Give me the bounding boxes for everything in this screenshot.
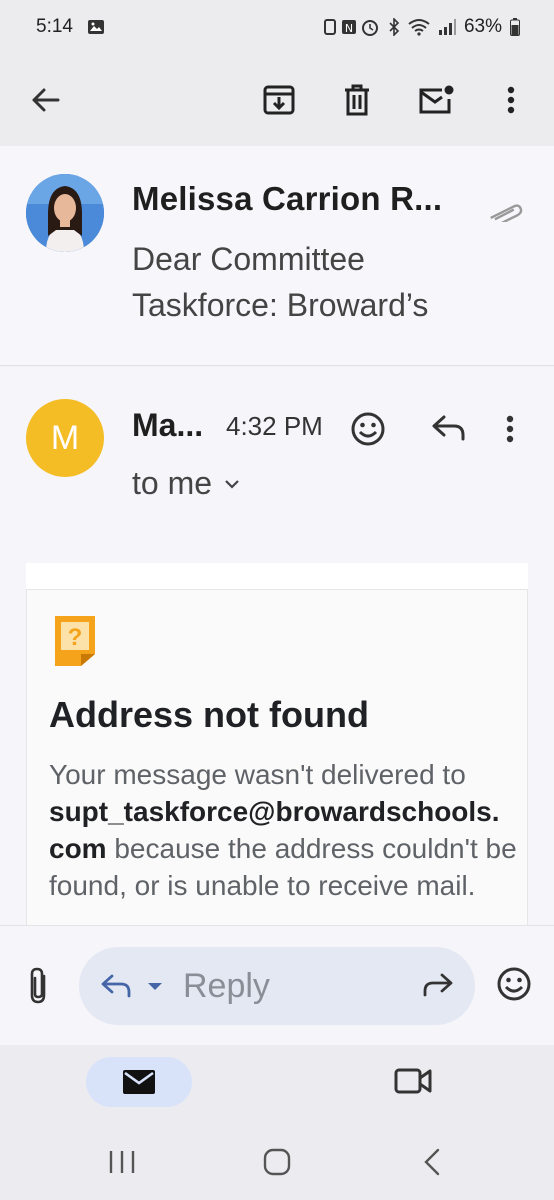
attachment-icon (484, 202, 524, 227)
thread-snippet: Dear Committee Taskforce: Broward’s (132, 236, 532, 328)
arrow-back-icon (32, 88, 60, 112)
snippet-line-1: Dear Committee (132, 241, 365, 277)
quick-reply-bar: Reply (0, 925, 554, 1045)
system-back-button[interactable] (420, 1147, 444, 1182)
add-reaction-button[interactable] (350, 411, 386, 452)
svg-text:N: N (345, 22, 353, 35)
more-vert-icon (506, 415, 514, 443)
forward-button[interactable] (421, 973, 453, 1002)
reply-button[interactable] (432, 415, 466, 446)
recipient-label: to me (132, 465, 213, 501)
back-chevron-icon (424, 1148, 440, 1176)
reply-input[interactable]: Reply (79, 947, 475, 1025)
snippet-line-2: Taskforce: Broward’s (132, 287, 429, 323)
forward-icon (423, 973, 453, 997)
mark-unread-button[interactable] (408, 72, 464, 128)
message-body-top (26, 563, 528, 589)
system-navigation-bar (0, 1125, 554, 1200)
emoji-icon (351, 412, 385, 446)
status-bar: 5:14 N 63% (0, 0, 554, 54)
battery-icon (510, 18, 520, 36)
bluetooth-icon (388, 18, 400, 36)
gallery-notification-icon (87, 19, 105, 35)
home-icon (263, 1148, 291, 1176)
message-time: 4:32 PM (226, 411, 323, 441)
bounced-address-line-2: com (49, 833, 107, 864)
trash-icon (345, 84, 369, 116)
archive-button[interactable] (251, 72, 307, 128)
thread-summary[interactable]: Melissa Carrion R... Dear Committee Task… (0, 146, 554, 366)
bounce-body-suffix: because the address couldn't be found, o… (49, 833, 517, 901)
more-options-button[interactable] (483, 72, 539, 128)
archive-icon (263, 85, 295, 115)
top-app-bar (0, 54, 554, 146)
wifi-icon (408, 18, 430, 36)
home-button[interactable] (262, 1147, 292, 1182)
address-not-found-icon: ? (53, 614, 97, 673)
sender-avatar (26, 174, 104, 252)
recent-apps-icon (109, 1151, 135, 1173)
paperclip-icon (30, 967, 46, 1004)
signal-icon (438, 18, 456, 36)
video-camera-icon (394, 1068, 432, 1094)
bounce-title: Address not found (49, 694, 369, 735)
reply-icon (101, 974, 131, 998)
tab-meet[interactable] (394, 1067, 432, 1100)
delete-button[interactable] (329, 72, 385, 128)
mail-icon (123, 1070, 155, 1094)
message-view: M Ma... 4:32 PM to me ? Address not foun… (0, 367, 554, 929)
attach-button[interactable] (22, 966, 54, 1011)
tab-mail[interactable] (86, 1057, 192, 1107)
thread-sender-name: Melissa Carrion R... (132, 180, 443, 217)
battery-percent: 63% (463, 16, 502, 37)
sender-avatar-letter[interactable]: M (26, 399, 104, 477)
svg-text:?: ? (68, 624, 83, 651)
recent-apps-button[interactable] (107, 1147, 137, 1182)
reply-icon (432, 415, 465, 441)
bounce-body: Your message wasn't delivered to supt_ta… (49, 756, 527, 904)
reply-placeholder: Reply (183, 966, 270, 1005)
caret-down-icon[interactable] (145, 980, 165, 992)
message-more-button[interactable] (506, 415, 514, 448)
nfc-icon: N (323, 18, 380, 36)
bounce-notice-card: ? Address not found Your message wasn't … (26, 589, 528, 929)
mark-unread-icon (419, 85, 454, 114)
bounced-address-line-1: supt_taskforce@browardschools. (49, 796, 500, 827)
reply-emoji-button[interactable] (496, 966, 532, 1007)
recipient-details-toggle[interactable]: to me (132, 465, 240, 502)
back-button[interactable] (17, 72, 73, 128)
more-vert-icon (507, 86, 515, 114)
message-sender-name[interactable]: Ma... (132, 407, 203, 444)
chevron-down-icon (225, 479, 239, 489)
bounce-body-prefix: Your message wasn't delivered to (49, 759, 466, 790)
emoji-icon (497, 967, 531, 1001)
status-time: 5:14 (36, 16, 73, 37)
bottom-navigation (0, 1045, 554, 1125)
